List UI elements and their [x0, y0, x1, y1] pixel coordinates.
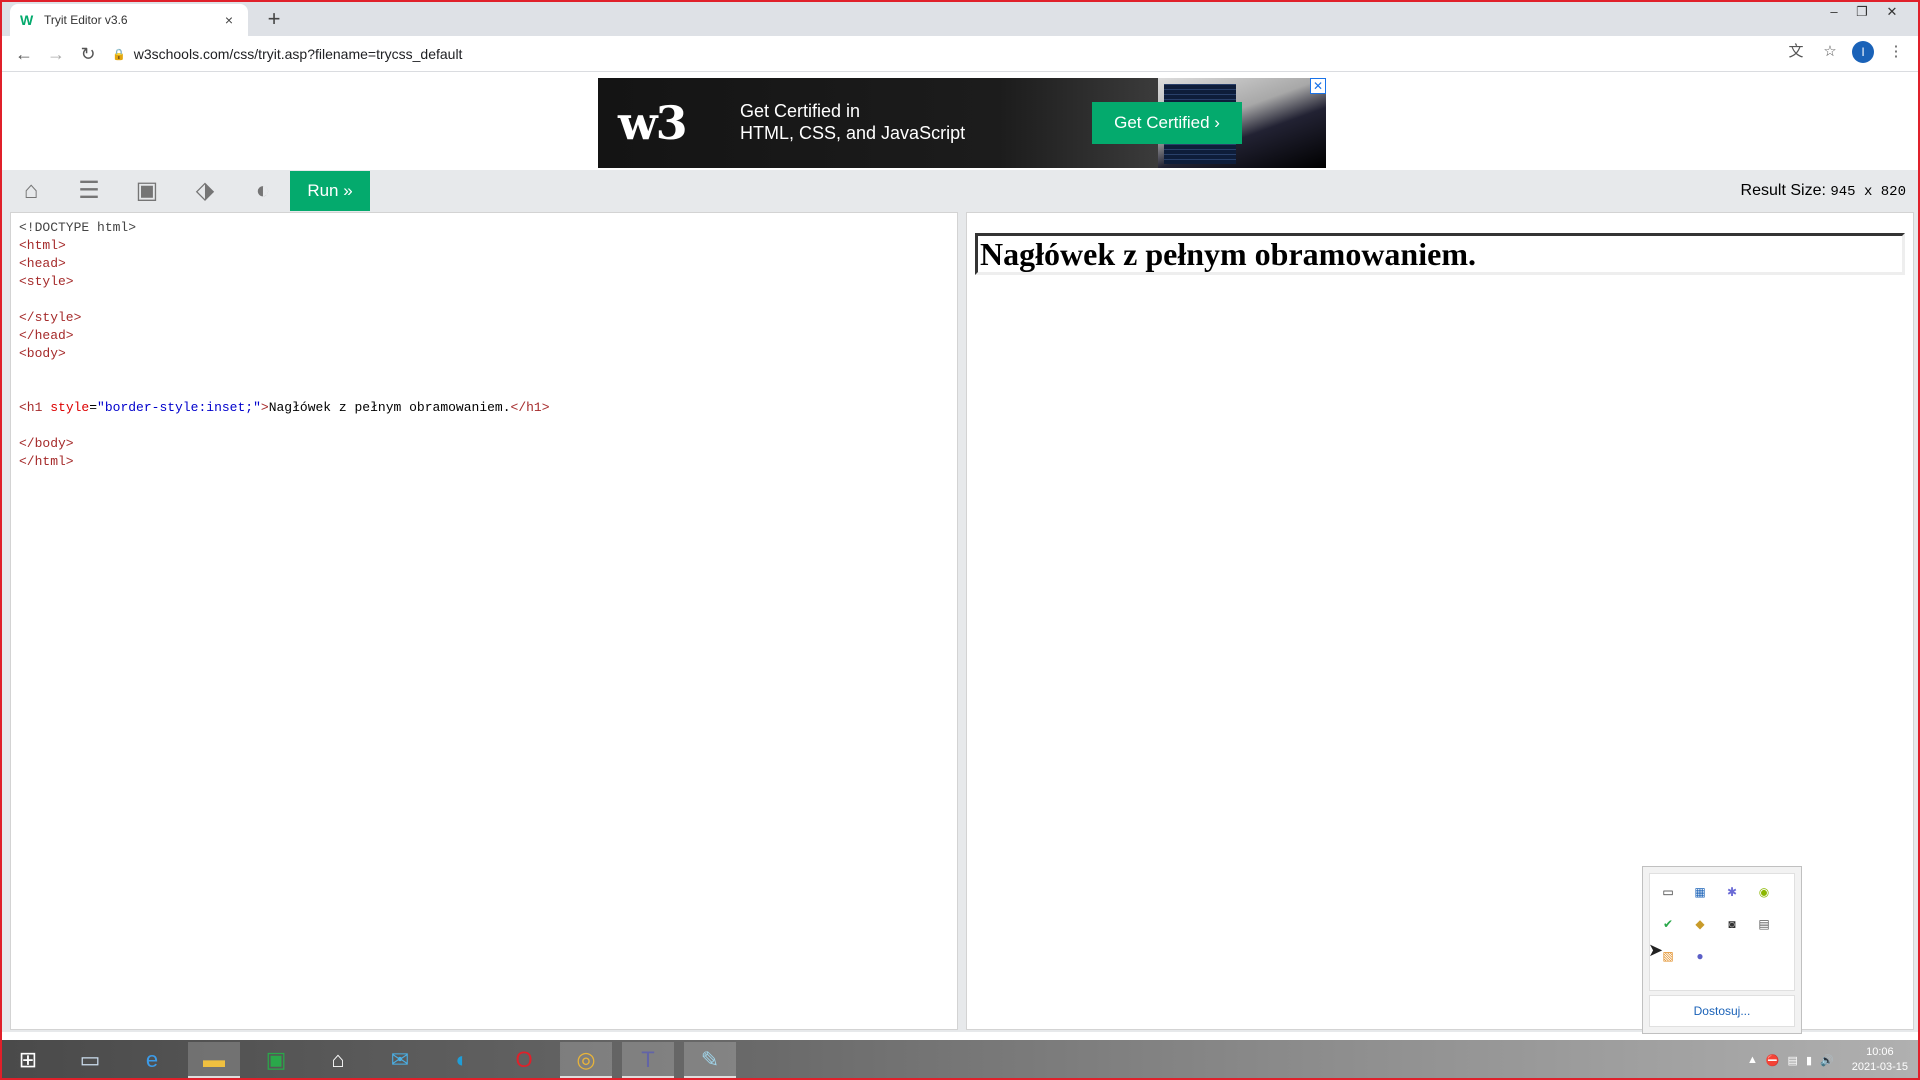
- store-icon[interactable]: ▣: [250, 1042, 302, 1078]
- result-size-value: 945 x 820: [1830, 184, 1906, 200]
- code-line: <h1 style="border-style:inset;">Nagłówek…: [19, 400, 550, 415]
- home-icon[interactable]: ⌂: [312, 1042, 364, 1078]
- code-line: </html>: [19, 454, 74, 469]
- profile-avatar[interactable]: I: [1852, 41, 1874, 63]
- code-line: <body>: [19, 346, 66, 361]
- shield-check-icon[interactable]: ✔: [1660, 916, 1676, 932]
- tray-overflow-popup: ▭ ▦ ✱ ◉ ✔ ◆ ◙ ▤ ▧ ● Dostosuj...: [1642, 866, 1802, 1034]
- url-text[interactable]: w3schools.com/css/tryit.asp?filename=try…: [134, 46, 463, 62]
- menu-icon[interactable]: ☰: [64, 170, 114, 212]
- ad-close-icon[interactable]: ✕: [1310, 78, 1326, 94]
- code-editor[interactable]: <!DOCTYPE html> <html> <head> <style> </sty…: [10, 212, 958, 1030]
- explorer-icon[interactable]: ▬: [188, 1042, 240, 1078]
- get-certified-button[interactable]: Get Certified ›: [1092, 102, 1242, 144]
- pen-icon[interactable]: ✎: [684, 1042, 736, 1078]
- rotate-layout-icon[interactable]: ⬗: [180, 170, 230, 212]
- result-size-label: Result Size:: [1740, 182, 1826, 199]
- code-line: <html>: [19, 238, 66, 253]
- contrast-icon[interactable]: ◐: [238, 170, 288, 212]
- tray-icon-grid: ▭ ▦ ✱ ◉ ✔ ◆ ◙ ▤ ▧ ●: [1649, 873, 1795, 991]
- ad-line-1: Get Certified in: [740, 101, 861, 121]
- camera-icon[interactable]: ◙: [1724, 916, 1740, 932]
- code-line: <style>: [19, 274, 74, 289]
- system-tray: ▲ ⛔ ▤ ▮ 🔊 10:06 2021-03-15: [1747, 1042, 1908, 1078]
- ad-line-2: HTML, CSS, and JavaScript: [740, 123, 966, 143]
- tab-close-icon[interactable]: ×: [220, 12, 238, 28]
- clock-date: 2021-03-15: [1851, 1061, 1908, 1073]
- volume-tray-icon[interactable]: 🔊: [1820, 1054, 1834, 1067]
- browser-tab[interactable]: W Tryit Editor v3.6 ×: [10, 4, 248, 36]
- ie-icon[interactable]: e: [126, 1042, 178, 1078]
- network-app-icon[interactable]: ▦: [1692, 884, 1708, 900]
- printer-icon[interactable]: ▤: [1756, 916, 1772, 932]
- signal-tray-icon[interactable]: ▮: [1806, 1054, 1812, 1067]
- tryit-toolbar: ⌂ ☰ ▣ ⬗ ◐ Run » Result Size: 945 x 820: [2, 170, 1918, 212]
- lenovo-icon[interactable]: ▭: [64, 1042, 116, 1078]
- lock-icon: 🔒: [112, 48, 126, 61]
- w3schools-favicon-icon: W: [20, 12, 34, 28]
- result-size: Result Size: 945 x 820: [1741, 182, 1906, 200]
- omnibox[interactable]: 🔒 w3schools.com/css/tryit.asp?filename=t…: [112, 40, 1762, 68]
- minimize-button[interactable]: –: [1820, 2, 1848, 22]
- translate-icon[interactable]: 文: [1784, 40, 1808, 64]
- security-tray-icon[interactable]: ⛔: [1766, 1054, 1780, 1067]
- ad-text: Get Certified in HTML, CSS, and JavaScri…: [740, 100, 965, 144]
- customize-link[interactable]: Dostosuj...: [1649, 995, 1795, 1027]
- save-icon[interactable]: ▣: [122, 170, 172, 212]
- editor-panes: <!DOCTYPE html> <html> <head> <style> </sty…: [2, 212, 1918, 1032]
- screen: W Tryit Editor v3.6 × + – ❐ ✕ ← → ↻ 🔒 w3…: [0, 0, 1920, 1080]
- display-icon[interactable]: ▭: [1660, 884, 1676, 900]
- result-heading: Nagłówek z pełnym obramowaniem.: [975, 233, 1905, 275]
- clock-time: 10:06: [1866, 1046, 1894, 1058]
- w3-logo: w3: [618, 96, 688, 150]
- network-tray-icon[interactable]: ▤: [1788, 1054, 1798, 1067]
- clock[interactable]: 10:06 2021-03-15: [1852, 1045, 1908, 1075]
- taskbar: ▲ ⛔ ▤ ▮ 🔊 10:06 2021-03-15 ⊞ ▭ e ▬ ▣ ⌂ ✉ ◐ O ◎ T ✎: [2, 1040, 1918, 1078]
- code-line: </style>: [19, 310, 82, 325]
- reload-icon[interactable]: ↻: [72, 38, 104, 70]
- new-tab-button[interactable]: +: [260, 6, 288, 34]
- bluetooth-icon[interactable]: ✱: [1724, 884, 1740, 900]
- update-icon[interactable]: ◉: [1756, 884, 1772, 900]
- teams-icon[interactable]: T: [622, 1042, 674, 1078]
- home-icon[interactable]: ⌂: [6, 170, 56, 212]
- tab-strip: W Tryit Editor v3.6 × + – ❐ ✕: [2, 2, 1918, 36]
- mouse-cursor-icon: ➤: [1648, 940, 1664, 960]
- forward-arrow-icon[interactable]: →: [40, 38, 72, 70]
- address-actions: 文 ☆ I ⋮: [1784, 40, 1918, 64]
- bookmark-star-icon[interactable]: ☆: [1818, 40, 1842, 64]
- ad-banner[interactable]: w3 Get Certified in HTML, CSS, and JavaS…: [598, 78, 1326, 168]
- code-line: <!DOCTYPE html>: [19, 220, 137, 235]
- teams-icon[interactable]: ●: [1692, 948, 1708, 964]
- tab-title: Tryit Editor v3.6: [44, 13, 128, 27]
- start-icon[interactable]: ⊞: [2, 1042, 54, 1078]
- window-close-button[interactable]: ✕: [1878, 2, 1906, 22]
- back-arrow-icon[interactable]: ←: [8, 38, 40, 70]
- code-line: </body>: [19, 436, 74, 451]
- tray-expand-icon[interactable]: ▲: [1747, 1054, 1758, 1066]
- code-line: <head>: [19, 256, 66, 271]
- mail-icon[interactable]: ✉: [374, 1042, 426, 1078]
- package-icon[interactable]: ◆: [1692, 916, 1708, 932]
- code-line: </head>: [19, 328, 74, 343]
- edge-icon[interactable]: ◐: [436, 1042, 488, 1078]
- opera-icon[interactable]: O: [498, 1042, 550, 1078]
- restore-button[interactable]: ❐: [1848, 2, 1876, 22]
- menu-kebab-icon[interactable]: ⋮: [1884, 40, 1908, 64]
- run-button[interactable]: Run »: [290, 171, 370, 211]
- chrome-icon[interactable]: ◎: [560, 1042, 612, 1078]
- address-bar: ← → ↻ 🔒 w3schools.com/css/tryit.asp?file…: [2, 36, 1918, 72]
